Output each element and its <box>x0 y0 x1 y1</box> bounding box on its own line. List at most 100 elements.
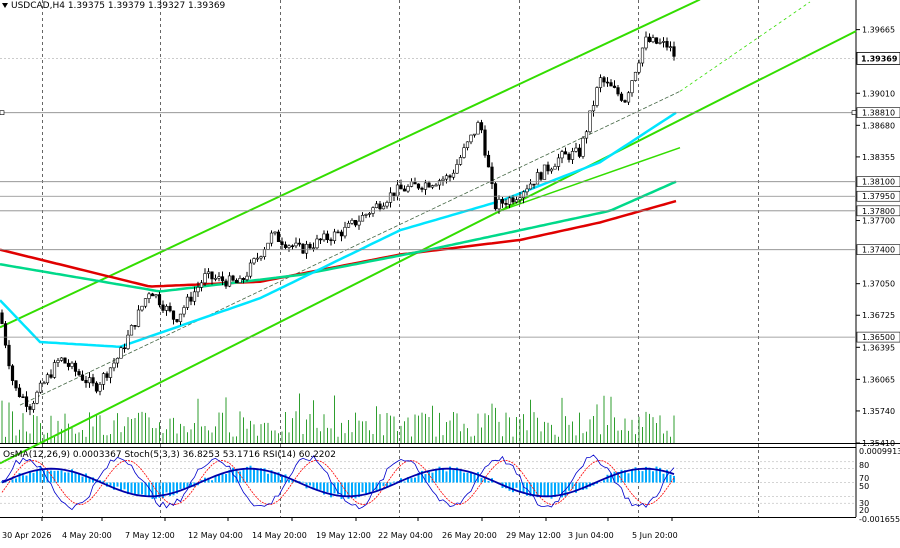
osc-tick-label: 80 <box>859 461 869 470</box>
candle-body <box>192 291 197 302</box>
candle-body <box>84 379 88 384</box>
candle-body <box>297 242 302 245</box>
candle-body <box>276 231 281 243</box>
candle-body <box>171 310 176 320</box>
candle-body <box>210 271 214 280</box>
candle-body <box>266 242 270 250</box>
candle-body <box>409 181 414 187</box>
price-tick-label: 1.38355 <box>862 153 895 162</box>
candle-body <box>91 377 95 384</box>
candle-body <box>157 294 162 306</box>
candle-body <box>353 219 358 226</box>
candle-body <box>430 185 435 188</box>
candle-body <box>49 374 53 378</box>
chart-area[interactable]: 1.38810 1.38100 1.37950 1.37800 1.37400 1.365… <box>0 0 900 545</box>
price-tick-label: 1.37700 <box>862 217 895 226</box>
price-tick-label: 1.35740 <box>862 407 895 416</box>
candle-body <box>112 362 116 369</box>
time-tick-label: 22 May 04:00 <box>378 531 433 540</box>
candle-body <box>101 373 106 385</box>
time-tick-label: 3 Jun 04:00 <box>568 531 614 540</box>
candle-body <box>311 247 316 250</box>
candle-body <box>262 249 267 257</box>
symbol-line: USDCAD,H4 1.39375 1.39379 1.39327 1.3936… <box>11 1 226 11</box>
candle-body <box>325 233 330 241</box>
candle-body <box>525 188 529 193</box>
candle-body <box>318 238 323 241</box>
candle-body <box>224 280 228 287</box>
levels-layer: 1.38810 1.38100 1.37950 1.37800 1.37400 1.365… <box>0 51 900 343</box>
candle-body <box>178 313 183 322</box>
candle-body <box>108 367 113 378</box>
candle-body <box>546 164 550 172</box>
candle-body <box>217 276 221 279</box>
candle-body <box>367 213 372 215</box>
candle-body <box>308 243 312 249</box>
indicator-info: OsMA(12,26,9) 0.0003367 Stoch(5,3,3) 36.… <box>3 450 336 461</box>
candle-body <box>395 184 400 197</box>
candle-body <box>549 168 554 172</box>
candle-body <box>245 275 249 280</box>
price-axis: 1.39665 1.39010 1.38680 1.38355 1.37700 1.370… <box>856 26 895 448</box>
candle-body <box>574 147 578 152</box>
candle-body <box>598 77 603 88</box>
candle-body <box>577 147 582 157</box>
candle-body <box>255 257 260 260</box>
time-tick-label: 14 May 20:00 <box>252 531 307 540</box>
candle-body <box>143 298 148 307</box>
candle-body <box>115 357 120 364</box>
candle-body <box>133 325 137 327</box>
candle-body <box>360 215 365 222</box>
candle-body <box>45 374 50 384</box>
candle-body <box>381 205 386 210</box>
level-marker-right <box>851 110 857 115</box>
time-tick-label: 26 May 20:00 <box>442 531 497 540</box>
candle-body <box>42 382 46 385</box>
candle-body <box>73 362 78 372</box>
candle-body <box>469 134 473 143</box>
candle-body <box>80 374 85 381</box>
price-chart[interactable]: 1.38810 1.38100 1.37950 1.37800 1.37400 1.365… <box>0 0 900 545</box>
candle-body <box>518 197 522 201</box>
candle-body <box>623 100 627 103</box>
candle-body <box>388 192 393 203</box>
candle-body <box>14 380 18 389</box>
candle-body <box>17 387 22 398</box>
candle-body <box>500 198 505 204</box>
time-tick-label: 12 May 04:00 <box>188 531 243 540</box>
ema-slow-line <box>0 199 677 288</box>
osc-tick-label: 50 <box>859 482 869 491</box>
candle-body <box>637 62 641 73</box>
candle-body <box>630 80 634 94</box>
candle-body <box>294 242 298 247</box>
candle-body <box>563 151 568 155</box>
candle-body <box>532 183 536 186</box>
candle-body <box>451 172 456 178</box>
candle-body <box>339 231 344 237</box>
candle-body <box>497 198 501 210</box>
candle-body <box>350 219 354 224</box>
candle-body <box>304 243 309 254</box>
price-tick-label: 1.36725 <box>862 311 895 320</box>
candle-body <box>413 181 417 185</box>
candle-body <box>612 85 617 88</box>
candle-body <box>490 166 494 184</box>
candle-body <box>290 245 295 248</box>
candle-body <box>150 293 155 297</box>
candle-body <box>633 71 638 81</box>
candle-body <box>423 182 428 190</box>
candle-body <box>7 344 11 367</box>
candle-body <box>661 41 666 43</box>
candle-body <box>164 305 169 311</box>
candle-body <box>0 312 4 324</box>
candle-body <box>346 222 351 228</box>
volume-layer <box>1 393 675 443</box>
candle-body <box>38 382 43 393</box>
candle-body <box>206 271 211 274</box>
candle-body <box>462 147 466 158</box>
candle-body <box>511 197 515 203</box>
candle-body <box>154 294 158 297</box>
candle-body <box>570 151 575 160</box>
candle-body <box>24 396 29 407</box>
candle-body <box>189 296 193 302</box>
